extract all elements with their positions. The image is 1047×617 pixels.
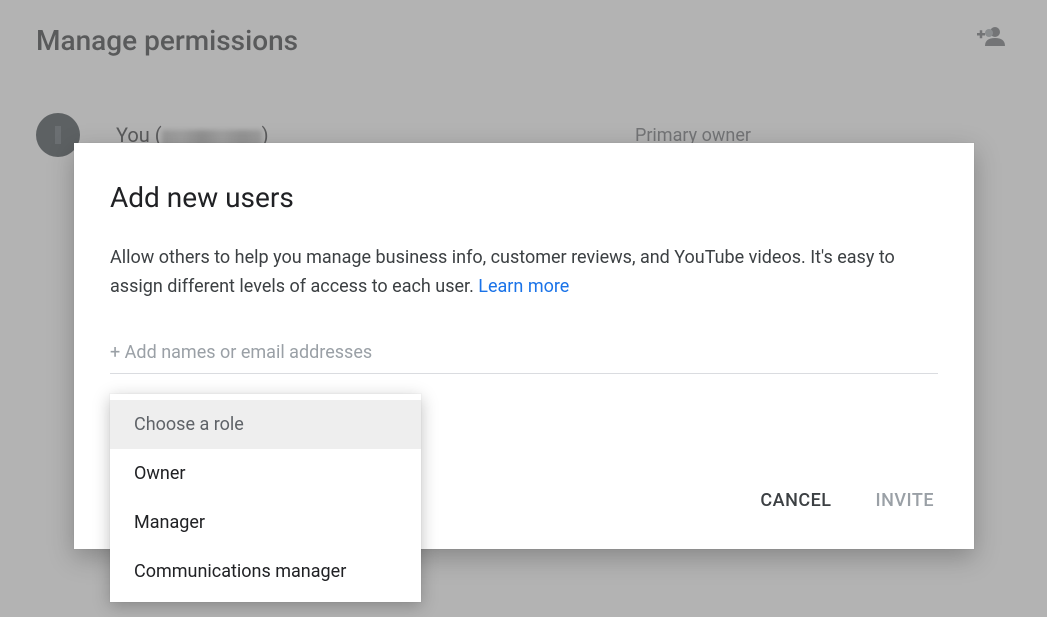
invite-button[interactable]: INVITE bbox=[872, 484, 938, 517]
dialog-title: Add new users bbox=[110, 181, 938, 214]
add-names-input[interactable]: + Add names or email addresses bbox=[110, 342, 938, 374]
role-option-placeholder: Choose a role bbox=[110, 400, 421, 449]
cancel-button[interactable]: CANCEL bbox=[756, 484, 835, 517]
input-placeholder: + Add names or email addresses bbox=[110, 342, 372, 363]
learn-more-link[interactable]: Learn more bbox=[478, 276, 569, 297]
role-option-communications-manager[interactable]: Communications manager bbox=[110, 547, 421, 596]
role-dropdown: Choose a role Owner Manager Communicatio… bbox=[110, 394, 421, 602]
role-option-owner[interactable]: Owner bbox=[110, 449, 421, 498]
dialog-description: Allow others to help you manage business… bbox=[110, 244, 938, 302]
role-option-manager[interactable]: Manager bbox=[110, 498, 421, 547]
